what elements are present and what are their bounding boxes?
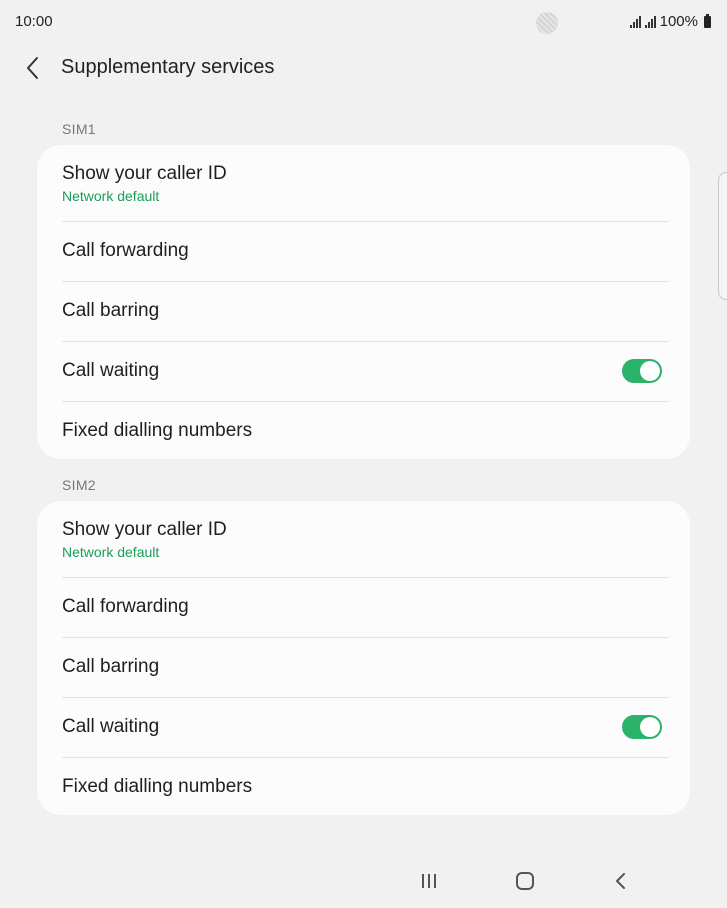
toggle-knob [640, 717, 660, 737]
divider [62, 401, 669, 402]
item-title: Fixed dialling numbers [62, 776, 253, 797]
page-title: Supplementary services [61, 56, 275, 78]
call-forwarding-item[interactable]: Call forwarding [37, 577, 690, 637]
divider [62, 697, 669, 698]
item-title: Fixed dialling numbers [62, 420, 253, 441]
edge-panel-handle[interactable] [718, 172, 727, 300]
signal-icon [629, 15, 641, 28]
status-bar: 10:00 100% [0, 0, 727, 44]
item-title: Call forwarding [62, 240, 189, 261]
divider [62, 757, 669, 758]
status-icons: 100% [629, 13, 711, 30]
item-title: Call waiting [62, 716, 160, 737]
section-label-sim2: SIM2 [62, 477, 96, 493]
fixed-dialling-numbers-item[interactable]: Fixed dialling numbers [37, 757, 690, 815]
call-waiting-item[interactable]: Call waiting [37, 341, 690, 401]
signal-icon [644, 15, 656, 28]
divider [62, 281, 669, 282]
camera-cutout [536, 12, 558, 34]
call-waiting-toggle[interactable] [622, 359, 662, 383]
recent-apps-icon[interactable] [414, 868, 444, 894]
item-title: Call barring [62, 656, 160, 677]
item-subtitle: Network default [62, 544, 160, 560]
call-waiting-item[interactable]: Call waiting [37, 697, 690, 757]
item-title: Show your caller ID [62, 519, 227, 540]
show-caller-id-item[interactable]: Show your caller ID Network default [37, 145, 690, 221]
section-label-sim1: SIM1 [62, 121, 96, 137]
back-icon[interactable] [606, 868, 636, 894]
call-barring-item[interactable]: Call barring [37, 281, 690, 341]
call-waiting-toggle[interactable] [622, 715, 662, 739]
divider [62, 637, 669, 638]
fixed-dialling-numbers-item[interactable]: Fixed dialling numbers [37, 401, 690, 459]
show-caller-id-item[interactable]: Show your caller ID Network default [37, 501, 690, 577]
divider [62, 577, 669, 578]
item-title: Call barring [62, 300, 160, 321]
sim1-card: Show your caller ID Network default Call… [37, 145, 690, 459]
battery-percent: 100% [659, 13, 698, 30]
battery-icon [704, 13, 711, 28]
item-subtitle: Network default [62, 188, 160, 204]
item-title: Call forwarding [62, 596, 189, 617]
sim2-card: Show your caller ID Network default Call… [37, 501, 690, 815]
divider [62, 341, 669, 342]
status-time: 10:00 [15, 13, 53, 30]
call-barring-item[interactable]: Call barring [37, 637, 690, 697]
navigation-bar [0, 858, 727, 908]
item-title: Call waiting [62, 360, 160, 381]
app-header: Supplementary services [0, 44, 727, 92]
divider [62, 221, 669, 222]
item-title: Show your caller ID [62, 163, 227, 184]
home-icon[interactable] [510, 868, 540, 894]
call-forwarding-item[interactable]: Call forwarding [37, 221, 690, 281]
toggle-knob [640, 361, 660, 381]
back-arrow-icon[interactable] [22, 54, 46, 82]
